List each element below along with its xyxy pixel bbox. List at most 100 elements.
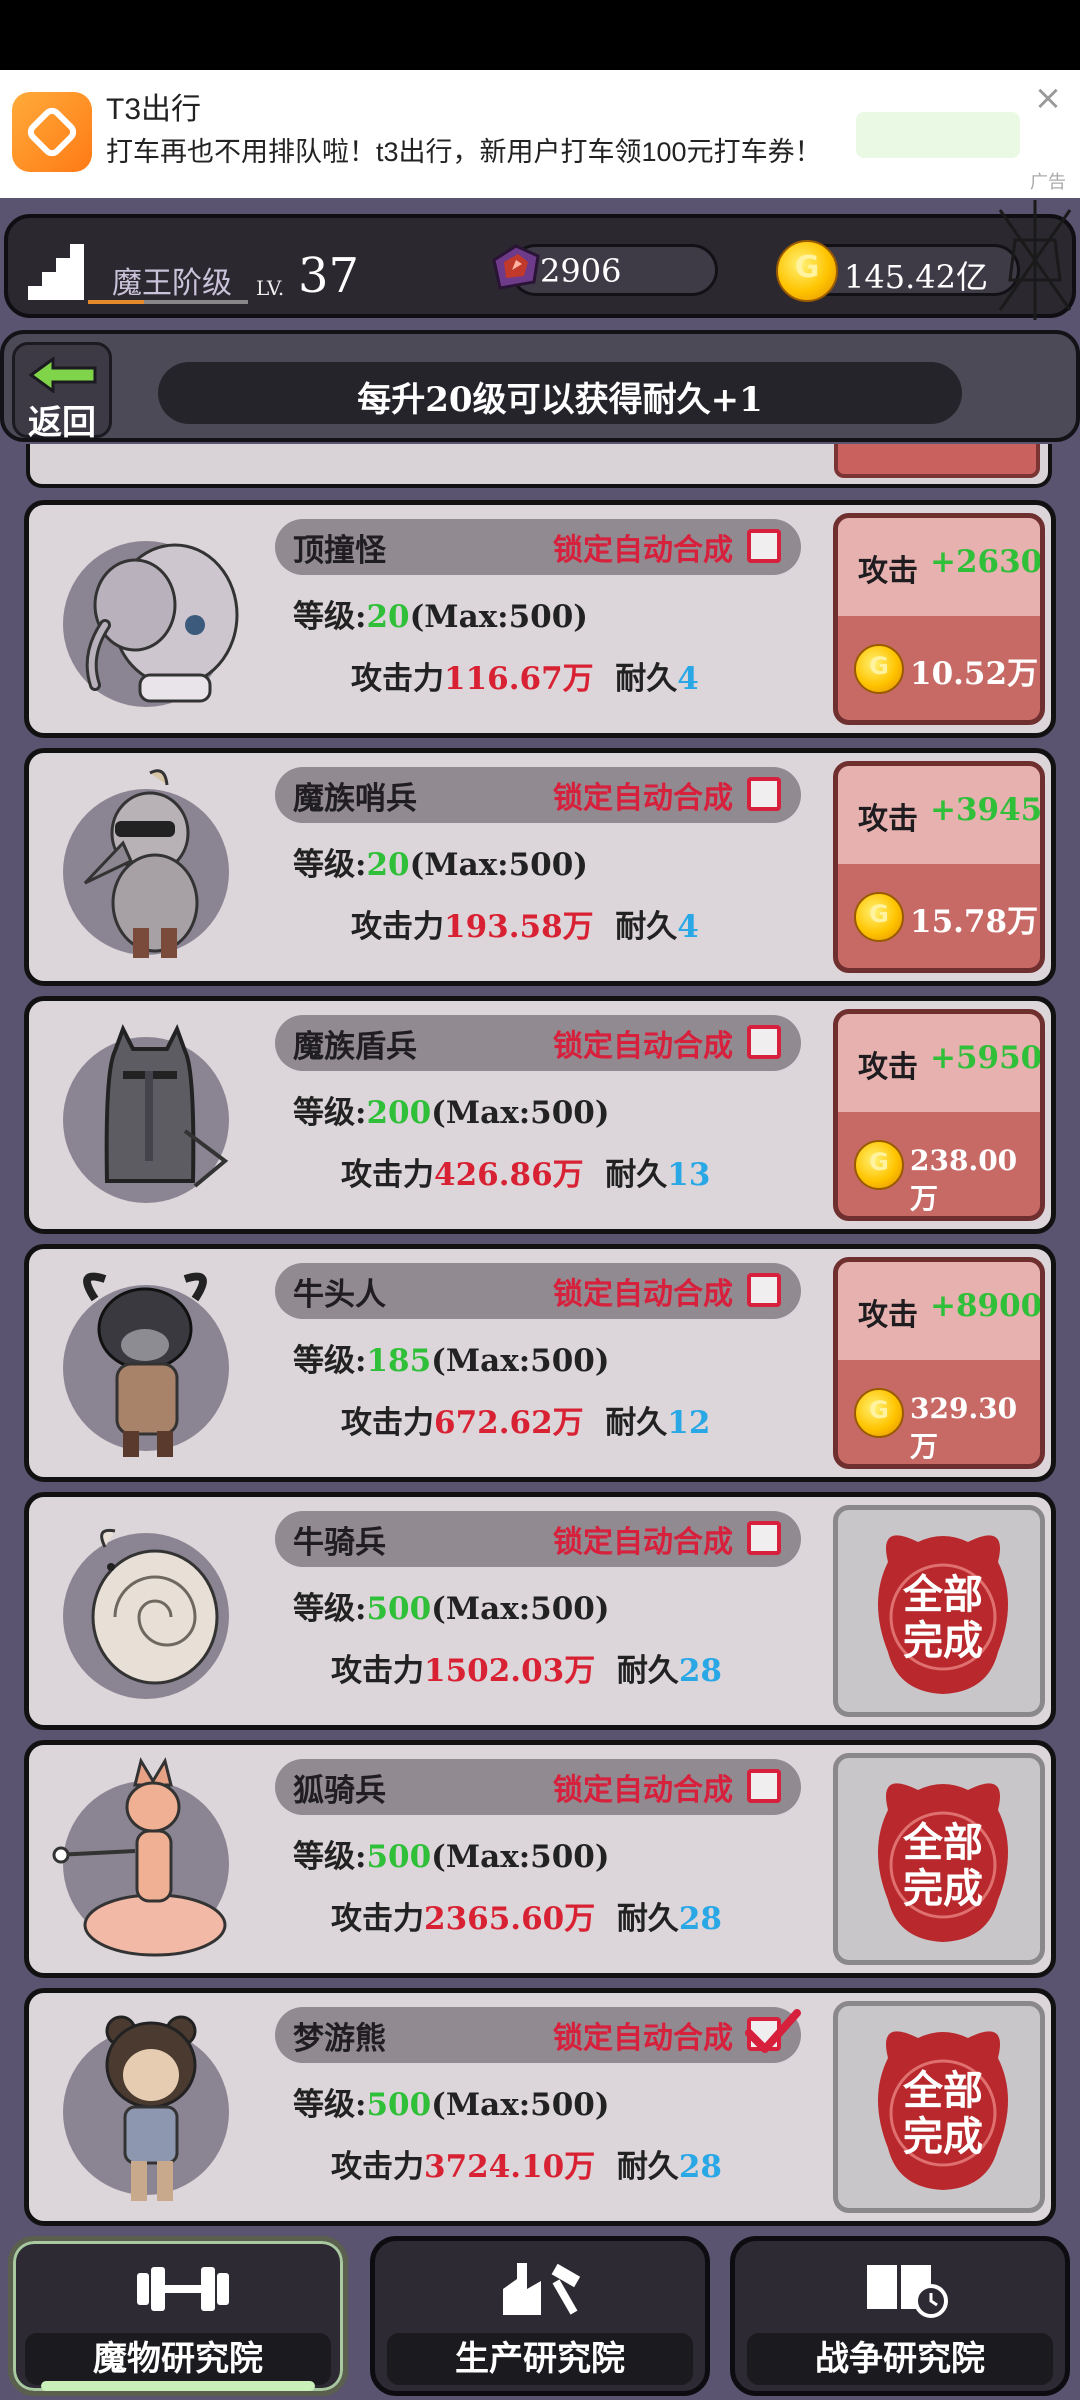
lock-auto-merge-label: 锁定自动合成 (553, 1773, 733, 1808)
level-value: 500 (366, 2087, 432, 2123)
back-label: 返回 (28, 403, 96, 443)
tab-war-institute[interactable]: 战争研究院 (730, 2236, 1070, 2396)
attack-prefix: 攻击力 (331, 1653, 424, 1689)
level-max: (Max:500) (431, 1839, 610, 1875)
attack-prefix: 攻击力 (351, 909, 444, 945)
level-value: 200 (366, 1095, 432, 1131)
monster-card: 牛头人 锁定自动合成 等级:185(Max:500) 攻击力672.62万 耐久… (24, 1244, 1056, 1482)
level-prefix: 等级: (293, 1839, 367, 1875)
level-max: (Max:500) (431, 2087, 610, 2123)
ad-title: T3出行 (106, 93, 202, 126)
t3-logo-icon (12, 92, 92, 172)
attack-value: 193.58万 (444, 909, 594, 945)
attack-prefix: 攻击力 (341, 1157, 434, 1193)
close-icon[interactable]: × (1028, 78, 1068, 118)
level-row: 等级:500(Max:500) (293, 2079, 610, 2124)
upgrade-cost: 238.00万 (910, 1144, 1018, 1215)
all-complete-stamp-icon: 全部 完成 (878, 1535, 1008, 1694)
upgrade-cost: 10.52万 (910, 656, 1039, 692)
snail-rider-avatar (91, 1528, 219, 1685)
tab-label: 战争研究院 (747, 2333, 1053, 2385)
durability-value: 4 (677, 661, 699, 697)
durability-value: 12 (667, 1405, 711, 1441)
tab-production-institute[interactable]: 生产研究院 (370, 2236, 710, 2396)
level-value: 185 (366, 1343, 432, 1379)
gold-coin-icon (776, 240, 838, 302)
checkmark-icon (745, 2009, 801, 2053)
upgrade-button[interactable]: 攻击 +2630 10.52万 (833, 513, 1045, 725)
attack-value: 2365.60万 (424, 1901, 596, 1937)
all-complete-stamp-icon: 全部 完成 (878, 1783, 1008, 1942)
gold-coin-icon (854, 892, 904, 942)
durability-value: 4 (677, 909, 699, 945)
stat-row: 攻击力116.67万 耐久4 (351, 653, 699, 698)
lock-auto-merge-label: 锁定自动合成 (553, 2021, 733, 2056)
attack-prefix: 攻击力 (331, 2149, 424, 2185)
level-prefix: 等级: (293, 1095, 367, 1131)
gold-coin-icon (854, 1388, 904, 1438)
upgrade-button[interactable]: 攻击 +5950 238.00万 (833, 1009, 1045, 1221)
durability-prefix: 耐久 (616, 1901, 679, 1937)
attack-value: 116.67万 (444, 661, 594, 697)
partial-upgrade-button[interactable] (834, 444, 1040, 478)
player-level: 37 (298, 248, 360, 304)
ad-banner[interactable]: T3出行 打车再也不用排队啦！t3出行，新用户打车领100元打车券！ × 广告 (0, 70, 1080, 198)
durability-prefix: 耐久 (615, 909, 678, 945)
ad-action-button[interactable] (856, 112, 1020, 158)
rank-progress (88, 300, 248, 304)
lock-auto-merge-label: 锁定自动合成 (553, 781, 733, 816)
tab-monster-institute[interactable]: 魔物研究院 (8, 2236, 348, 2396)
upgrade-button[interactable]: 攻击 +8900 329.30万 (833, 1257, 1045, 1469)
upgrade-button[interactable]: 攻击 +3945 15.78万 (833, 761, 1045, 973)
upgrade-cost: 329.30万 (910, 1392, 1018, 1463)
stat-row: 攻击力672.62万 耐久12 (341, 1397, 710, 1442)
elephant-monster-avatar (85, 543, 239, 703)
back-button[interactable]: 返回 (12, 342, 112, 443)
upgrade-label: 攻击 (858, 1298, 918, 1333)
stat-row: 攻击力193.58万 耐久4 (351, 901, 699, 946)
stat-row: 攻击力2365.60万 耐久28 (331, 1893, 722, 1938)
level-prefix: 等级: (293, 847, 367, 883)
fox-rider-avatar (52, 1757, 227, 1957)
attack-value: 426.86万 (434, 1157, 584, 1193)
lock-auto-merge-checkbox[interactable] (747, 1273, 781, 1307)
status-bar (0, 0, 1080, 70)
monster-name: 魔族哨兵 (293, 781, 417, 817)
level-row: 等级:20(Max:500) (293, 591, 588, 636)
level-prefix: 等级: (293, 599, 367, 635)
lock-auto-merge-label: 锁定自动合成 (553, 533, 733, 568)
durability-prefix: 耐久 (615, 661, 678, 697)
upgrade-label: 攻击 (858, 1050, 918, 1085)
all-complete-panel: 全部 完成 (833, 1753, 1045, 1965)
level-prefix: 等级: (293, 2087, 367, 2123)
level-value: 500 (366, 1591, 432, 1627)
upgrade-attack-gain: +5950 (930, 1040, 1043, 1076)
monster-name: 牛骑兵 (293, 1525, 386, 1561)
ad-tag: 广告 (1030, 172, 1066, 192)
level-value: 500 (366, 1839, 432, 1875)
durability-value: 13 (667, 1157, 711, 1193)
dumbbell-icon (137, 2267, 229, 2311)
tab-label: 魔物研究院 (25, 2333, 331, 2385)
gem-icon (492, 244, 540, 290)
lock-auto-merge-checkbox[interactable] (747, 1025, 781, 1059)
lock-auto-merge-label: 锁定自动合成 (553, 1029, 733, 1064)
level-row: 等级:200(Max:500) (293, 1087, 610, 1132)
all-complete-panel: 全部 完成 (833, 2001, 1045, 2213)
level-prefix: 等级: (293, 1343, 367, 1379)
all-complete-stamp-icon: 全部 完成 (878, 2031, 1008, 2190)
upgrade-attack-gain: +8900 (930, 1288, 1043, 1324)
lock-auto-merge-label: 锁定自动合成 (553, 1277, 733, 1312)
lock-auto-merge-checkbox[interactable] (747, 529, 781, 563)
gold-coin-icon (854, 644, 904, 694)
level-prefix: 等级: (293, 1591, 367, 1627)
stat-row: 攻击力426.86万 耐久13 (341, 1149, 710, 1194)
lock-auto-merge-checkbox[interactable] (747, 777, 781, 811)
lock-auto-merge-checkbox[interactable] (747, 1769, 781, 1803)
durability-prefix: 耐久 (605, 1157, 668, 1193)
level-max: (Max:500) (431, 1343, 610, 1379)
monster-card: 顶撞怪 锁定自动合成 等级:20(Max:500) 攻击力116.67万 耐久4… (24, 500, 1056, 738)
stamp-line2: 完成 (903, 2113, 983, 2160)
lock-auto-merge-checkbox[interactable] (747, 1521, 781, 1555)
lock-auto-merge-checkbox[interactable] (745, 2009, 801, 2053)
